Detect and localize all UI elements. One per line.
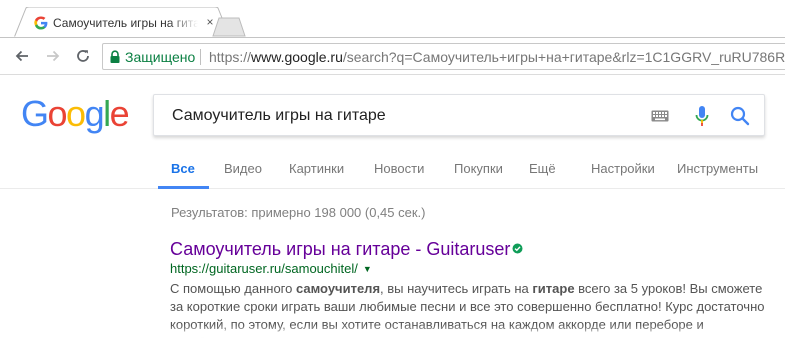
browser-tab[interactable]: Самоучитель игры на гита ×	[14, 7, 230, 38]
logo-letter: o	[47, 93, 68, 134]
chevron-down-icon[interactable]: ▼	[363, 261, 372, 277]
lock-icon	[110, 50, 120, 63]
reload-icon[interactable]	[74, 47, 92, 65]
result-stats: Результатов: примерно 198 000 (0,45 сек.…	[171, 205, 426, 220]
omnibox-separator	[200, 49, 201, 65]
snippet-text: , вы научитесь играть на	[380, 281, 533, 296]
url-host: www.google.ru	[251, 49, 343, 65]
verified-shield-icon	[512, 243, 523, 254]
secure-label: Защищено	[125, 49, 196, 65]
snippet-highlight: самоучителя	[295, 281, 381, 296]
google-logo[interactable]: Google	[21, 93, 130, 134]
result-title-text: Самоучитель игры на гитаре - Guitaruser	[170, 239, 511, 259]
tab-all[interactable]: Все	[171, 161, 195, 176]
tab-shopping[interactable]: Покупки	[454, 161, 503, 176]
url-text[interactable]: https://www.google.ru/search?q=Самоучите…	[209, 49, 785, 65]
result-url-text: https://guitaruser.ru/samouchitel/	[170, 261, 358, 276]
search-input[interactable]: Самоучитель игры на гитаре	[172, 107, 386, 125]
search-tabs: Все Видео Картинки Новости Покупки Ещё Н…	[0, 152, 785, 189]
logo-letter: e	[109, 93, 130, 134]
tab-news[interactable]: Новости	[374, 161, 424, 176]
tab-title: Самоучитель игры на гита	[53, 16, 198, 30]
forward-arrow-icon[interactable]	[44, 47, 62, 65]
back-arrow-icon[interactable]	[13, 47, 31, 65]
tab-video[interactable]: Видео	[224, 161, 262, 176]
logo-letter: g	[84, 93, 105, 134]
tab-images[interactable]: Картинки	[289, 161, 344, 176]
new-tab-button[interactable]	[212, 17, 246, 37]
active-tab-indicator	[158, 186, 209, 189]
tab-more[interactable]: Ещё	[529, 161, 556, 176]
url-path: /search?q=Самоучитель+игры+на+гитаре&rlz…	[342, 49, 785, 65]
google-g-icon	[34, 16, 48, 30]
keyboard-icon[interactable]	[651, 110, 669, 122]
snippet-highlight: гитаре	[532, 281, 575, 296]
tab-tools[interactable]: Инструменты	[677, 161, 758, 176]
result-title-link[interactable]: Самоучитель игры на гитаре - Guitaruser	[170, 238, 523, 260]
search-box[interactable]: Самоучитель игры на гитаре	[153, 94, 765, 136]
microphone-icon[interactable]	[695, 105, 709, 127]
logo-letter: G	[21, 93, 49, 134]
browser-tabstrip: Самоучитель игры на гита ×	[0, 0, 785, 38]
bottom-fade	[0, 325, 785, 338]
tab-settings[interactable]: Настройки	[591, 161, 655, 176]
address-bar[interactable]: Защищено https://www.google.ru/search?q=…	[102, 43, 785, 70]
result-url[interactable]: https://guitaruser.ru/samouchitel/ ▼	[170, 261, 372, 278]
browser-toolbar: Защищено https://www.google.ru/search?q=…	[0, 38, 785, 75]
snippet-text: С помощью данного	[170, 281, 296, 296]
url-scheme: https://	[209, 49, 252, 65]
search-icon[interactable]	[729, 105, 751, 127]
logo-letter: o	[66, 93, 86, 134]
